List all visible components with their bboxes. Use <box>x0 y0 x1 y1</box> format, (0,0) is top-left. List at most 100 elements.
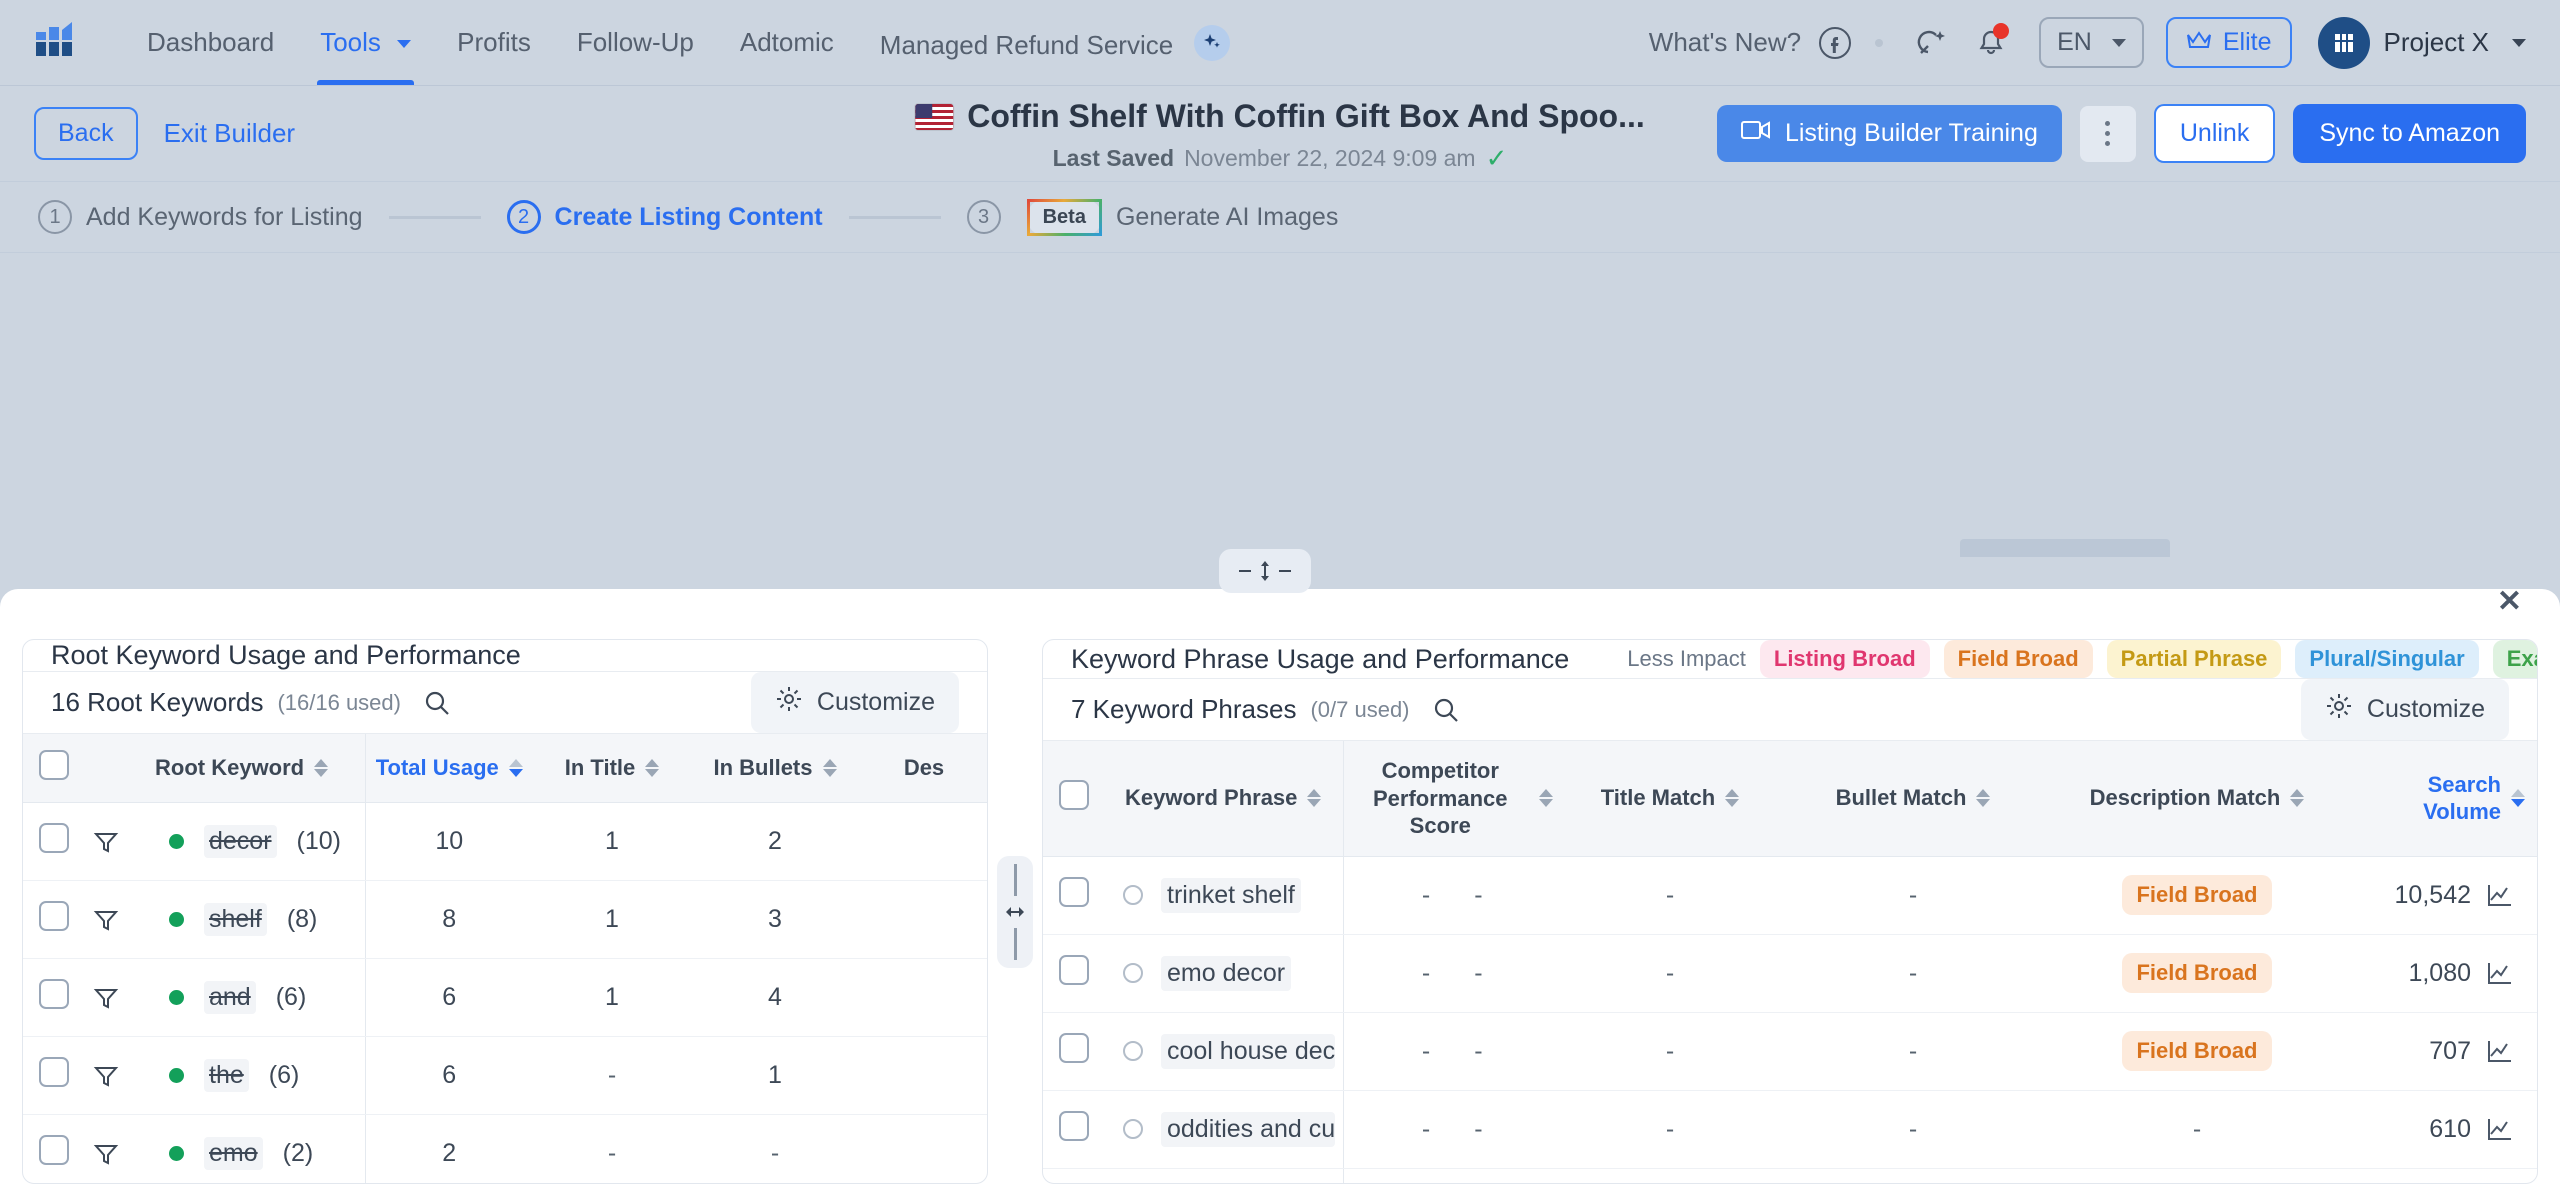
sort-icon[interactable] <box>645 759 660 777</box>
column-in-title[interactable]: In Title <box>533 734 691 803</box>
keyword-phrase-panel-header: Keyword Phrase Usage and Performance Les… <box>1043 640 2537 679</box>
phrase-radio[interactable] <box>1123 1119 1143 1139</box>
legend-chip-plural-singular[interactable]: Plural/Singular <box>2295 640 2479 678</box>
column-title-match[interactable]: Title Match <box>1561 741 1779 857</box>
cell-description <box>859 1114 987 1183</box>
sort-icon[interactable] <box>2290 789 2305 808</box>
table-row[interactable]: the (6) 6 - 1 <box>23 1036 987 1115</box>
row-checkbox[interactable] <box>39 1135 69 1165</box>
filter-icon[interactable] <box>93 985 139 1011</box>
bar-chart-logo[interactable] <box>34 20 80 66</box>
legend-chip-partial-phrase[interactable]: Partial Phrase <box>2106 640 2282 678</box>
exit-builder-link[interactable]: Exit Builder <box>164 118 296 149</box>
trend-chart-icon[interactable] <box>2487 961 2513 985</box>
legend-chip-listing-broad[interactable]: Listing Broad <box>1759 640 1930 678</box>
phrase-radio[interactable] <box>1123 1041 1143 1061</box>
panel-splitter[interactable] <box>988 639 1042 1184</box>
keyword-text: emo <box>204 1137 263 1170</box>
facebook-icon[interactable] <box>1809 17 1861 69</box>
table-row[interactable]: emo decor -- - - Field Broad 1,080 <box>1043 934 2537 1013</box>
trend-chart-icon[interactable] <box>2487 883 2513 907</box>
sync-to-amazon-button[interactable]: Sync to Amazon <box>2293 104 2526 163</box>
listing-builder-training-button[interactable]: Listing Builder Training <box>1716 105 2062 162</box>
select-all-checkbox[interactable] <box>39 750 69 780</box>
back-button[interactable]: Back <box>34 107 138 160</box>
row-checkbox-cell <box>23 958 85 1037</box>
table-row[interactable]: and (6) 6 1 4 <box>23 958 987 1037</box>
unlink-button[interactable]: Unlink <box>2153 104 2276 163</box>
sort-icon[interactable] <box>1307 789 1322 808</box>
row-checkbox[interactable] <box>1059 1110 1089 1141</box>
step-add-keywords[interactable]: 1 Add Keywords for Listing <box>38 200 363 234</box>
nav-item-label: Managed Refund Service <box>879 29 1174 60</box>
sort-icon[interactable] <box>1539 789 1553 808</box>
nav-item-follow-up[interactable]: Follow-Up <box>554 0 717 86</box>
row-checkbox[interactable] <box>39 979 69 1009</box>
column-total-usage[interactable]: Total Usage <box>364 734 533 803</box>
filter-icon[interactable] <box>93 1063 139 1089</box>
row-checkbox[interactable] <box>39 1057 69 1087</box>
resize-vertical-icon[interactable] <box>1219 549 1311 593</box>
column-competitor-performance-score[interactable]: Competitor Performance Score <box>1342 741 1561 857</box>
customize-button-right[interactable]: Customize <box>2300 679 2509 740</box>
table-row[interactable]: trinket shelf -- - - Field Broad 10,542 <box>1043 856 2537 935</box>
search-icon[interactable] <box>423 689 451 717</box>
search-icon[interactable] <box>1432 696 1460 724</box>
table-row[interactable]: emo (2) 2 - - <box>23 1114 987 1183</box>
sparkle-icon[interactable] <box>1194 24 1231 61</box>
filter-icon[interactable] <box>93 907 139 933</box>
table-row[interactable]: shelf (8) 8 1 3 <box>23 880 987 959</box>
step-create-listing-content[interactable]: 2 Create Listing Content <box>506 200 823 234</box>
column-keyword-phrase[interactable]: Keyword Phrase <box>1105 741 1343 857</box>
sort-icon[interactable] <box>508 759 523 777</box>
nav-item-managed-refund-service[interactable]: Managed Refund Service <box>857 0 1254 89</box>
customize-button-left[interactable]: Customize <box>750 672 959 733</box>
whats-new-link[interactable]: What's New? <box>1649 27 1801 58</box>
phrase-radio[interactable] <box>1123 885 1143 905</box>
sort-icon[interactable] <box>822 759 837 777</box>
row-checkbox[interactable] <box>1059 876 1089 907</box>
row-checkbox[interactable] <box>1059 1032 1089 1063</box>
status-dot <box>169 1146 184 1161</box>
trend-chart-icon[interactable] <box>2487 1039 2513 1063</box>
plan-badge-elite[interactable]: Elite <box>2165 17 2292 68</box>
project-switcher[interactable]: Project X <box>2317 16 2526 69</box>
nav-item-dashboard[interactable]: Dashboard <box>124 0 297 86</box>
column-description-truncated[interactable]: Des <box>859 734 987 803</box>
filter-icon[interactable] <box>93 829 139 855</box>
column-description-match[interactable]: Description Match <box>2047 741 2347 857</box>
cps-dash-a: - <box>1421 1036 1431 1065</box>
step-generate-ai-images[interactable]: 3 Beta Generate AI Images <box>966 198 1338 236</box>
language-selector[interactable]: EN <box>2039 17 2144 68</box>
column-in-bullets[interactable]: In Bullets <box>691 734 859 803</box>
bell-icon[interactable] <box>1965 17 2017 69</box>
select-all-checkbox[interactable] <box>1059 780 1089 811</box>
more-vertical-icon[interactable] <box>2079 105 2136 162</box>
column-bullet-match[interactable]: Bullet Match <box>1779 741 2047 857</box>
table-row[interactable]: oddities and cu... -- - - - 61 <box>1043 1090 2537 1169</box>
sort-icon[interactable] <box>314 759 329 777</box>
sort-icon[interactable] <box>1976 789 1991 808</box>
legend-chip-field-broad[interactable]: Field Broad <box>1943 640 2093 678</box>
phrase-radio[interactable] <box>1123 963 1143 983</box>
ai-search-icon[interactable] <box>1905 17 1957 69</box>
row-checkbox-cell <box>1043 1168 1105 1183</box>
close-icon[interactable]: ✕ <box>2497 587 2522 617</box>
row-checkbox[interactable] <box>1059 954 1089 985</box>
sort-icon[interactable] <box>2511 789 2525 808</box>
row-checkbox[interactable] <box>39 901 69 931</box>
sort-icon[interactable] <box>1725 789 1740 808</box>
row-checkbox[interactable] <box>39 823 69 853</box>
nav-item-profits[interactable]: Profits <box>434 0 554 86</box>
legend-chip-exact-phrase[interactable]: Exact Phrase <box>2492 640 2537 678</box>
trend-chart-icon[interactable] <box>2487 1117 2513 1141</box>
nav-item-adtomic[interactable]: Adtomic <box>717 0 857 86</box>
resize-horizontal-icon[interactable] <box>997 855 1033 968</box>
table-row[interactable]: decor (10) 10 1 2 <box>23 802 987 881</box>
table-row[interactable]: witchy shelf -- - - Field Broad <box>1043 1168 2537 1183</box>
column-root-keyword[interactable]: Root Keyword <box>147 734 365 803</box>
column-search-volume[interactable]: Search Volume <box>2347 741 2537 857</box>
filter-icon[interactable] <box>93 1141 139 1167</box>
table-row[interactable]: cool house dec... -- - - Field Broad <box>1043 1012 2537 1091</box>
nav-item-tools[interactable]: Tools <box>297 0 434 86</box>
